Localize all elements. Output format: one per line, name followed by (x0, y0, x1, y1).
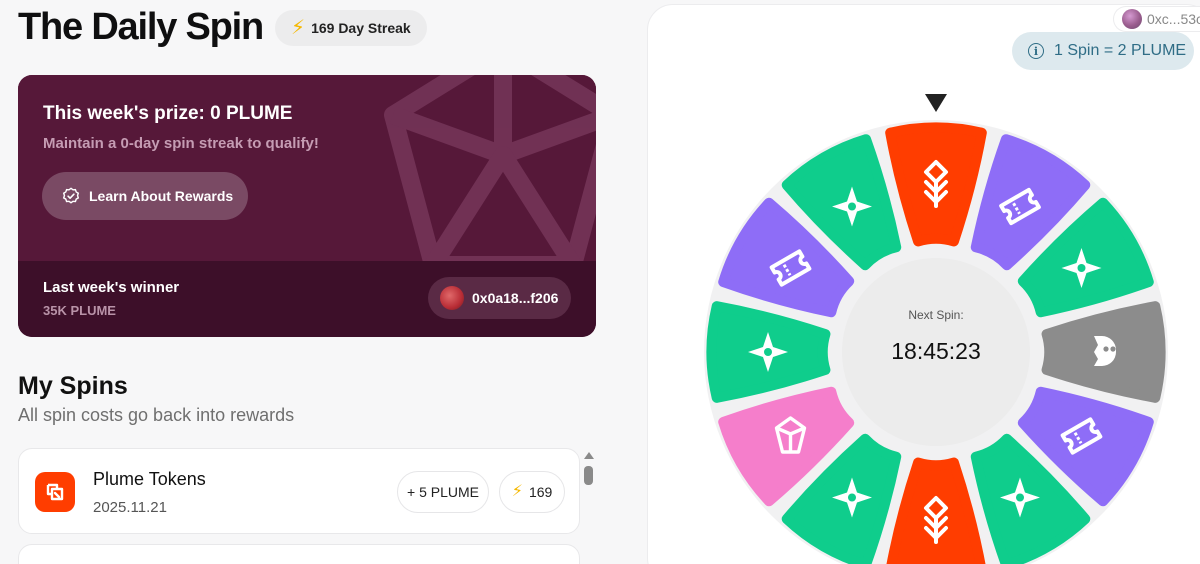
last-winner-amount: 35K PLUME (43, 303, 116, 318)
page-title: The Daily Spin (18, 6, 264, 48)
last-winner-address-chip[interactable]: 0x0a18...f206 (428, 277, 571, 319)
my-spins-subtitle: All spin costs go back into rewards (18, 405, 295, 425)
last-winner-label: Last week's winner (43, 279, 180, 296)
scroll-up-arrow-icon[interactable] (584, 452, 594, 459)
next-spin-label: Next Spin: (908, 308, 964, 322)
spin-rate-label: 1 Spin = 2 PLUME (1054, 42, 1187, 59)
account-avatar (1122, 9, 1142, 29)
spin-reward-name: Plume Tokens (93, 469, 206, 489)
wheel-pointer-icon (925, 94, 947, 112)
prize-subtitle: Maintain a 0-day spin streak to qualify! (43, 135, 319, 152)
prize-card: This week's prize: 0 PLUME Maintain a 0-… (18, 75, 596, 337)
lightning-icon: ⚡ (511, 483, 523, 500)
spin-streak-value: 169 (528, 484, 553, 500)
my-spins-title: My Spins (18, 372, 128, 400)
spin-reward-date: 2025.11.21 (93, 499, 167, 516)
learn-about-rewards-label: Learn About Rewards (89, 188, 234, 204)
streak-badge: ⚡ 169 Day Streak (275, 9, 427, 46)
learn-about-rewards-button[interactable]: Learn About Rewards (42, 172, 248, 220)
lightning-icon: ⚡ (291, 16, 306, 39)
winner-avatar (440, 286, 464, 310)
spin-history-row[interactable]: Plume Tokens 2025.11.21 + 5 PLUME ⚡ 169 (18, 448, 580, 534)
badge-check-icon (62, 187, 80, 204)
title-row: The Daily Spin ⚡ 169 Day Streak (18, 6, 427, 49)
spin-history-row[interactable] (18, 544, 580, 564)
plume-token-icon (35, 472, 75, 512)
spin-streak-pill: ⚡ 169 (499, 471, 565, 513)
spin-rate-chip[interactable]: i 1 Spin = 2 PLUME (1012, 32, 1194, 70)
spin-reward-amount: + 5 PLUME (397, 471, 489, 513)
account-address: 0xc...53c (1147, 11, 1200, 27)
prize-heading: This week's prize: 0 PLUME (43, 103, 293, 124)
info-icon: i (1028, 43, 1044, 59)
last-winner-address: 0x0a18...f206 (472, 290, 559, 306)
account-chip[interactable]: 0xc...53c (1113, 6, 1200, 32)
next-spin-countdown: 18:45:23 (891, 338, 981, 364)
spin-wheel[interactable] (698, 90, 1178, 564)
scrollbar-thumb[interactable] (584, 466, 593, 485)
streak-label: 169 Day Streak (311, 19, 411, 36)
